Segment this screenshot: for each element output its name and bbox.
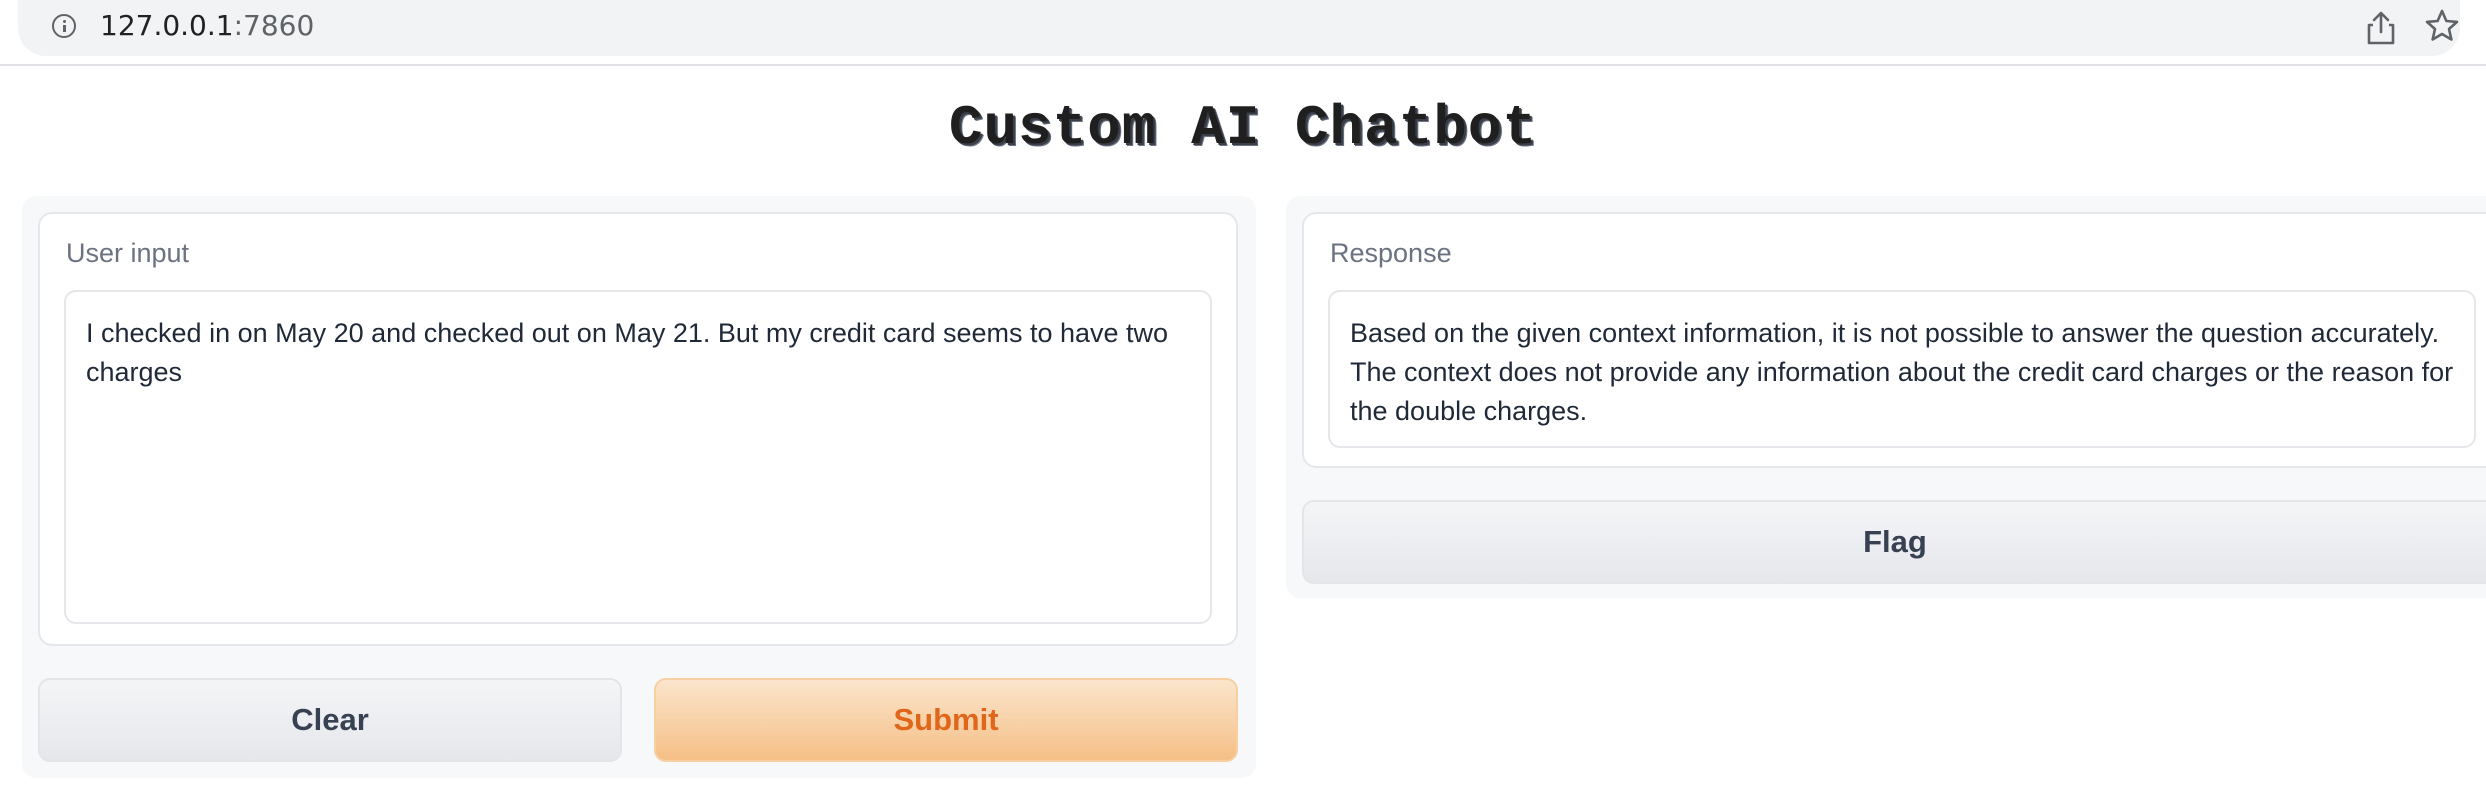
- browser-address-bar: 127.0.0.1:7860: [0, 0, 2486, 66]
- flag-button[interactable]: Flag: [1302, 500, 2486, 584]
- star-icon[interactable]: [2424, 8, 2460, 44]
- clear-button[interactable]: Clear: [38, 678, 622, 762]
- url-port: :7860: [233, 9, 315, 42]
- response-textarea[interactable]: Based on the given context information, …: [1328, 290, 2476, 448]
- submit-button-label: Submit: [893, 702, 999, 737]
- user-input-label: User input: [66, 238, 190, 268]
- response-label: Response: [1330, 238, 1452, 268]
- user-input-textarea[interactable]: I checked in on May 20 and checked out o…: [64, 290, 1212, 624]
- clear-button-label: Clear: [291, 702, 369, 737]
- user-input-block: User input I checked in on May 20 and ch…: [38, 212, 1238, 646]
- submit-button[interactable]: Submit: [654, 678, 1238, 762]
- page-title: Custom AI Chatbot: [948, 96, 1538, 160]
- url-field[interactable]: 127.0.0.1:7860: [18, 0, 2460, 56]
- share-icon[interactable]: [2364, 10, 2398, 46]
- flag-button-label: Flag: [1863, 524, 1927, 559]
- response-block: Response Based on the given context info…: [1302, 212, 2486, 468]
- url-text[interactable]: 127.0.0.1:7860: [100, 9, 314, 42]
- info-icon[interactable]: [52, 14, 76, 38]
- url-host: 127.0.0.1: [100, 9, 234, 42]
